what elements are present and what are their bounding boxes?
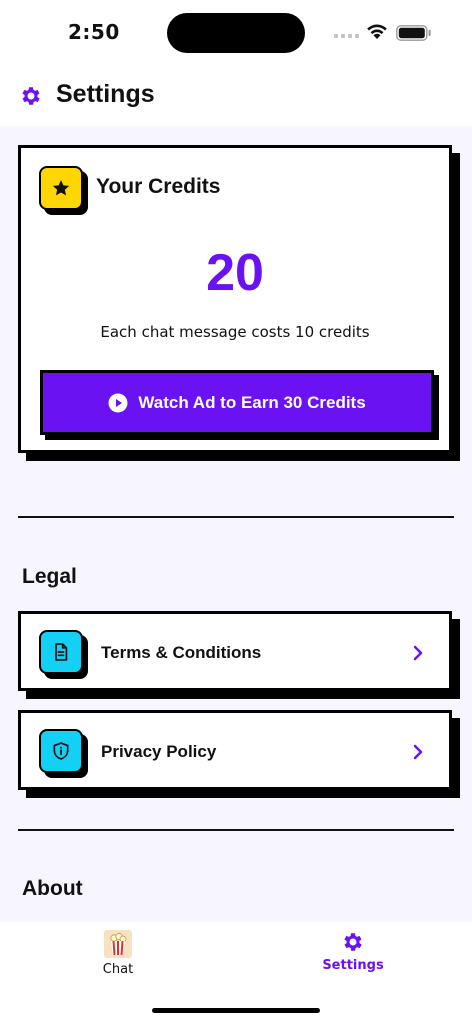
- terms-conditions-item[interactable]: Terms & Conditions: [18, 611, 452, 691]
- document-icon: [55, 643, 68, 661]
- gear-icon: [344, 933, 362, 951]
- battery-icon: [396, 25, 431, 41]
- gear-icon: [22, 87, 40, 105]
- chevron-right-icon: [413, 744, 423, 760]
- cellular-signal-icon: [334, 34, 359, 38]
- credits-title: Your Credits: [96, 175, 221, 198]
- credits-note: Each chat message costs 10 credits: [100, 323, 370, 341]
- watch-ad-button-label: Watch Ad to Earn 30 Credits: [138, 392, 366, 412]
- tab-chat[interactable]: Chat: [58, 930, 178, 977]
- privacy-label: Privacy Policy: [101, 742, 217, 761]
- play-icon: [108, 393, 128, 412]
- dynamic-island: [167, 13, 305, 53]
- wifi-icon: [367, 24, 387, 39]
- terms-label: Terms & Conditions: [101, 643, 262, 662]
- privacy-policy-item[interactable]: Privacy Policy: [18, 710, 452, 790]
- credits-card: Your Credits 20 Each chat message costs …: [18, 145, 452, 453]
- status-time: 2:50: [68, 20, 120, 44]
- page-title: Settings: [56, 80, 155, 108]
- section-divider: [18, 516, 454, 518]
- popcorn-icon: [104, 930, 132, 958]
- legal-section-title: Legal: [22, 565, 77, 588]
- shield-info-icon: [53, 742, 69, 760]
- section-divider: [18, 829, 454, 831]
- chevron-right-icon: [413, 645, 423, 661]
- home-indicator: [152, 1008, 320, 1013]
- credits-badge: [39, 166, 83, 210]
- status-bar: 2:50: [0, 0, 472, 66]
- about-section-title: About: [22, 877, 83, 900]
- star-icon: [52, 180, 70, 196]
- privacy-badge: [39, 729, 83, 773]
- page-header: Settings: [0, 66, 472, 126]
- watch-ad-button[interactable]: Watch Ad to Earn 30 Credits: [40, 370, 434, 435]
- tab-settings[interactable]: Settings: [293, 930, 413, 973]
- credits-value: 20: [206, 244, 264, 302]
- tab-chat-label: Chat: [102, 962, 134, 977]
- terms-badge: [39, 630, 83, 674]
- tab-settings-label: Settings: [322, 958, 384, 973]
